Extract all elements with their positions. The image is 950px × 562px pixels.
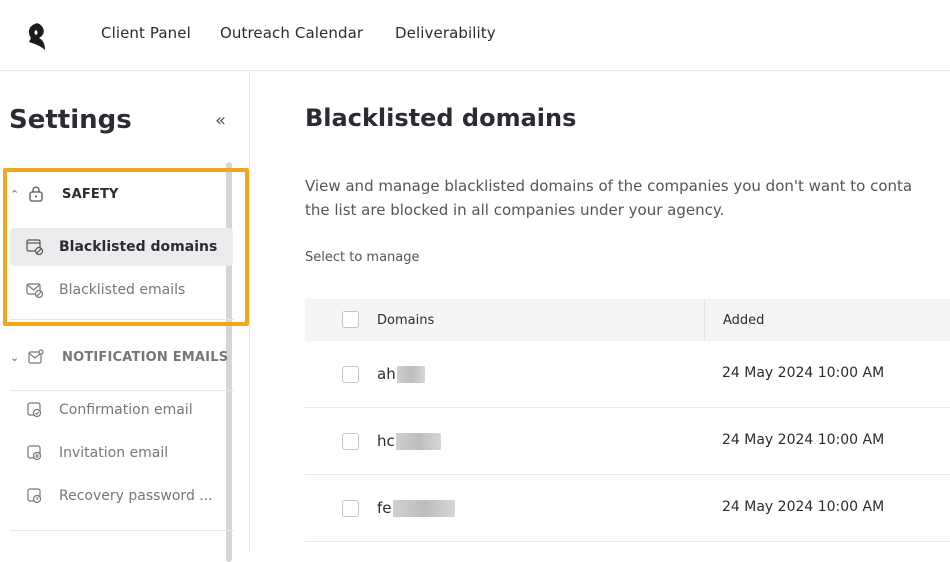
domain-text: hc xyxy=(377,432,395,450)
top-navigation-bar: Client Panel Outreach Calendar Deliverab… xyxy=(0,0,950,71)
settings-sidebar: Settings « ⌃ SAFETY Blacklisted domains … xyxy=(0,72,250,562)
sidebar-item-invitation-email[interactable]: Invitation email xyxy=(10,434,233,472)
redacted-block xyxy=(395,432,441,450)
nav-client-panel[interactable]: Client Panel xyxy=(101,24,191,42)
table-row[interactable]: hc 24 May 2024 10:00 AM xyxy=(305,408,950,475)
domain-text: ah xyxy=(377,365,396,383)
main-content: Blacklisted domains View and manage blac… xyxy=(251,72,950,552)
sidebar-item-blacklisted-emails[interactable]: Blacklisted emails xyxy=(10,271,233,309)
redacted-block xyxy=(392,499,455,517)
row-checkbox[interactable] xyxy=(342,366,359,383)
sidebar-item-label: Invitation email xyxy=(59,445,169,461)
added-cell: 24 May 2024 10:00 AM xyxy=(722,432,885,448)
sidebar-item-blacklisted-domains[interactable]: Blacklisted domains xyxy=(10,228,233,266)
section-safety-header[interactable]: ⌃ SAFETY xyxy=(10,182,119,206)
table-row[interactable]: ah 24 May 2024 10:00 AM xyxy=(305,341,950,408)
section-divider xyxy=(10,319,234,320)
sidebar-item-label: Confirmation email xyxy=(59,402,193,418)
blacklisted-domains-table: Domains Added ah 24 May 2024 10:00 AM hc… xyxy=(305,299,950,542)
domain-cell: hc xyxy=(377,432,441,450)
section-notification-emails-label: NOTIFICATION EMAILS xyxy=(62,349,229,365)
lock-icon xyxy=(29,186,43,202)
page-description: View and manage blacklisted domains of t… xyxy=(305,174,950,222)
mail-check-icon xyxy=(27,402,42,418)
column-header-domains[interactable]: Domains xyxy=(377,313,434,328)
sidebar-item-label: Blacklisted emails xyxy=(59,282,186,298)
sidebar-item-confirmation-email[interactable]: Confirmation email xyxy=(10,391,233,429)
window-block-icon xyxy=(26,239,44,256)
select-hint: Select to manage xyxy=(305,250,420,265)
section-notification-emails-header[interactable]: ⌄ NOTIFICATION EMAILS xyxy=(10,345,228,369)
domain-cell: ah xyxy=(377,365,425,383)
chevron-up-icon: ⌃ xyxy=(10,187,20,201)
domain-cell: fe xyxy=(377,499,455,517)
row-checkbox[interactable] xyxy=(342,433,359,450)
double-chevron-left-icon[interactable]: « xyxy=(215,110,226,131)
mail-plus-icon xyxy=(27,445,42,461)
sidebar-item-label: Recovery password ... xyxy=(59,488,213,504)
redacted-block xyxy=(396,365,425,383)
column-divider xyxy=(704,299,705,341)
page-title: Blacklisted domains xyxy=(305,104,577,132)
domain-text: fe xyxy=(377,499,392,517)
section-safety-label: SAFETY xyxy=(62,186,119,202)
column-header-added[interactable]: Added xyxy=(723,313,764,328)
added-cell: 24 May 2024 10:00 AM xyxy=(722,499,885,515)
sidebar-item-label: Blacklisted domains xyxy=(59,239,218,255)
table-row[interactable]: fe 24 May 2024 10:00 AM xyxy=(305,475,950,542)
select-all-checkbox[interactable] xyxy=(342,311,359,328)
nav-deliverability[interactable]: Deliverability xyxy=(395,24,496,42)
sidebar-title: Settings xyxy=(9,105,132,135)
chevron-down-icon: ⌄ xyxy=(10,350,20,364)
bird-logo-icon[interactable] xyxy=(25,16,49,52)
mail-clock-icon xyxy=(27,488,42,504)
description-line: the list are blocked in all companies un… xyxy=(305,201,725,219)
description-line: View and manage blacklisted domains of t… xyxy=(305,177,913,195)
row-checkbox[interactable] xyxy=(342,500,359,517)
nav-outreach-calendar[interactable]: Outreach Calendar xyxy=(220,24,363,42)
mail-notification-icon xyxy=(28,349,44,364)
sidebar-item-recovery-password[interactable]: Recovery password ... xyxy=(10,477,233,515)
mail-block-icon xyxy=(26,283,44,299)
table-header: Domains Added xyxy=(305,299,950,341)
added-cell: 24 May 2024 10:00 AM xyxy=(722,365,885,381)
section-divider xyxy=(10,530,234,531)
